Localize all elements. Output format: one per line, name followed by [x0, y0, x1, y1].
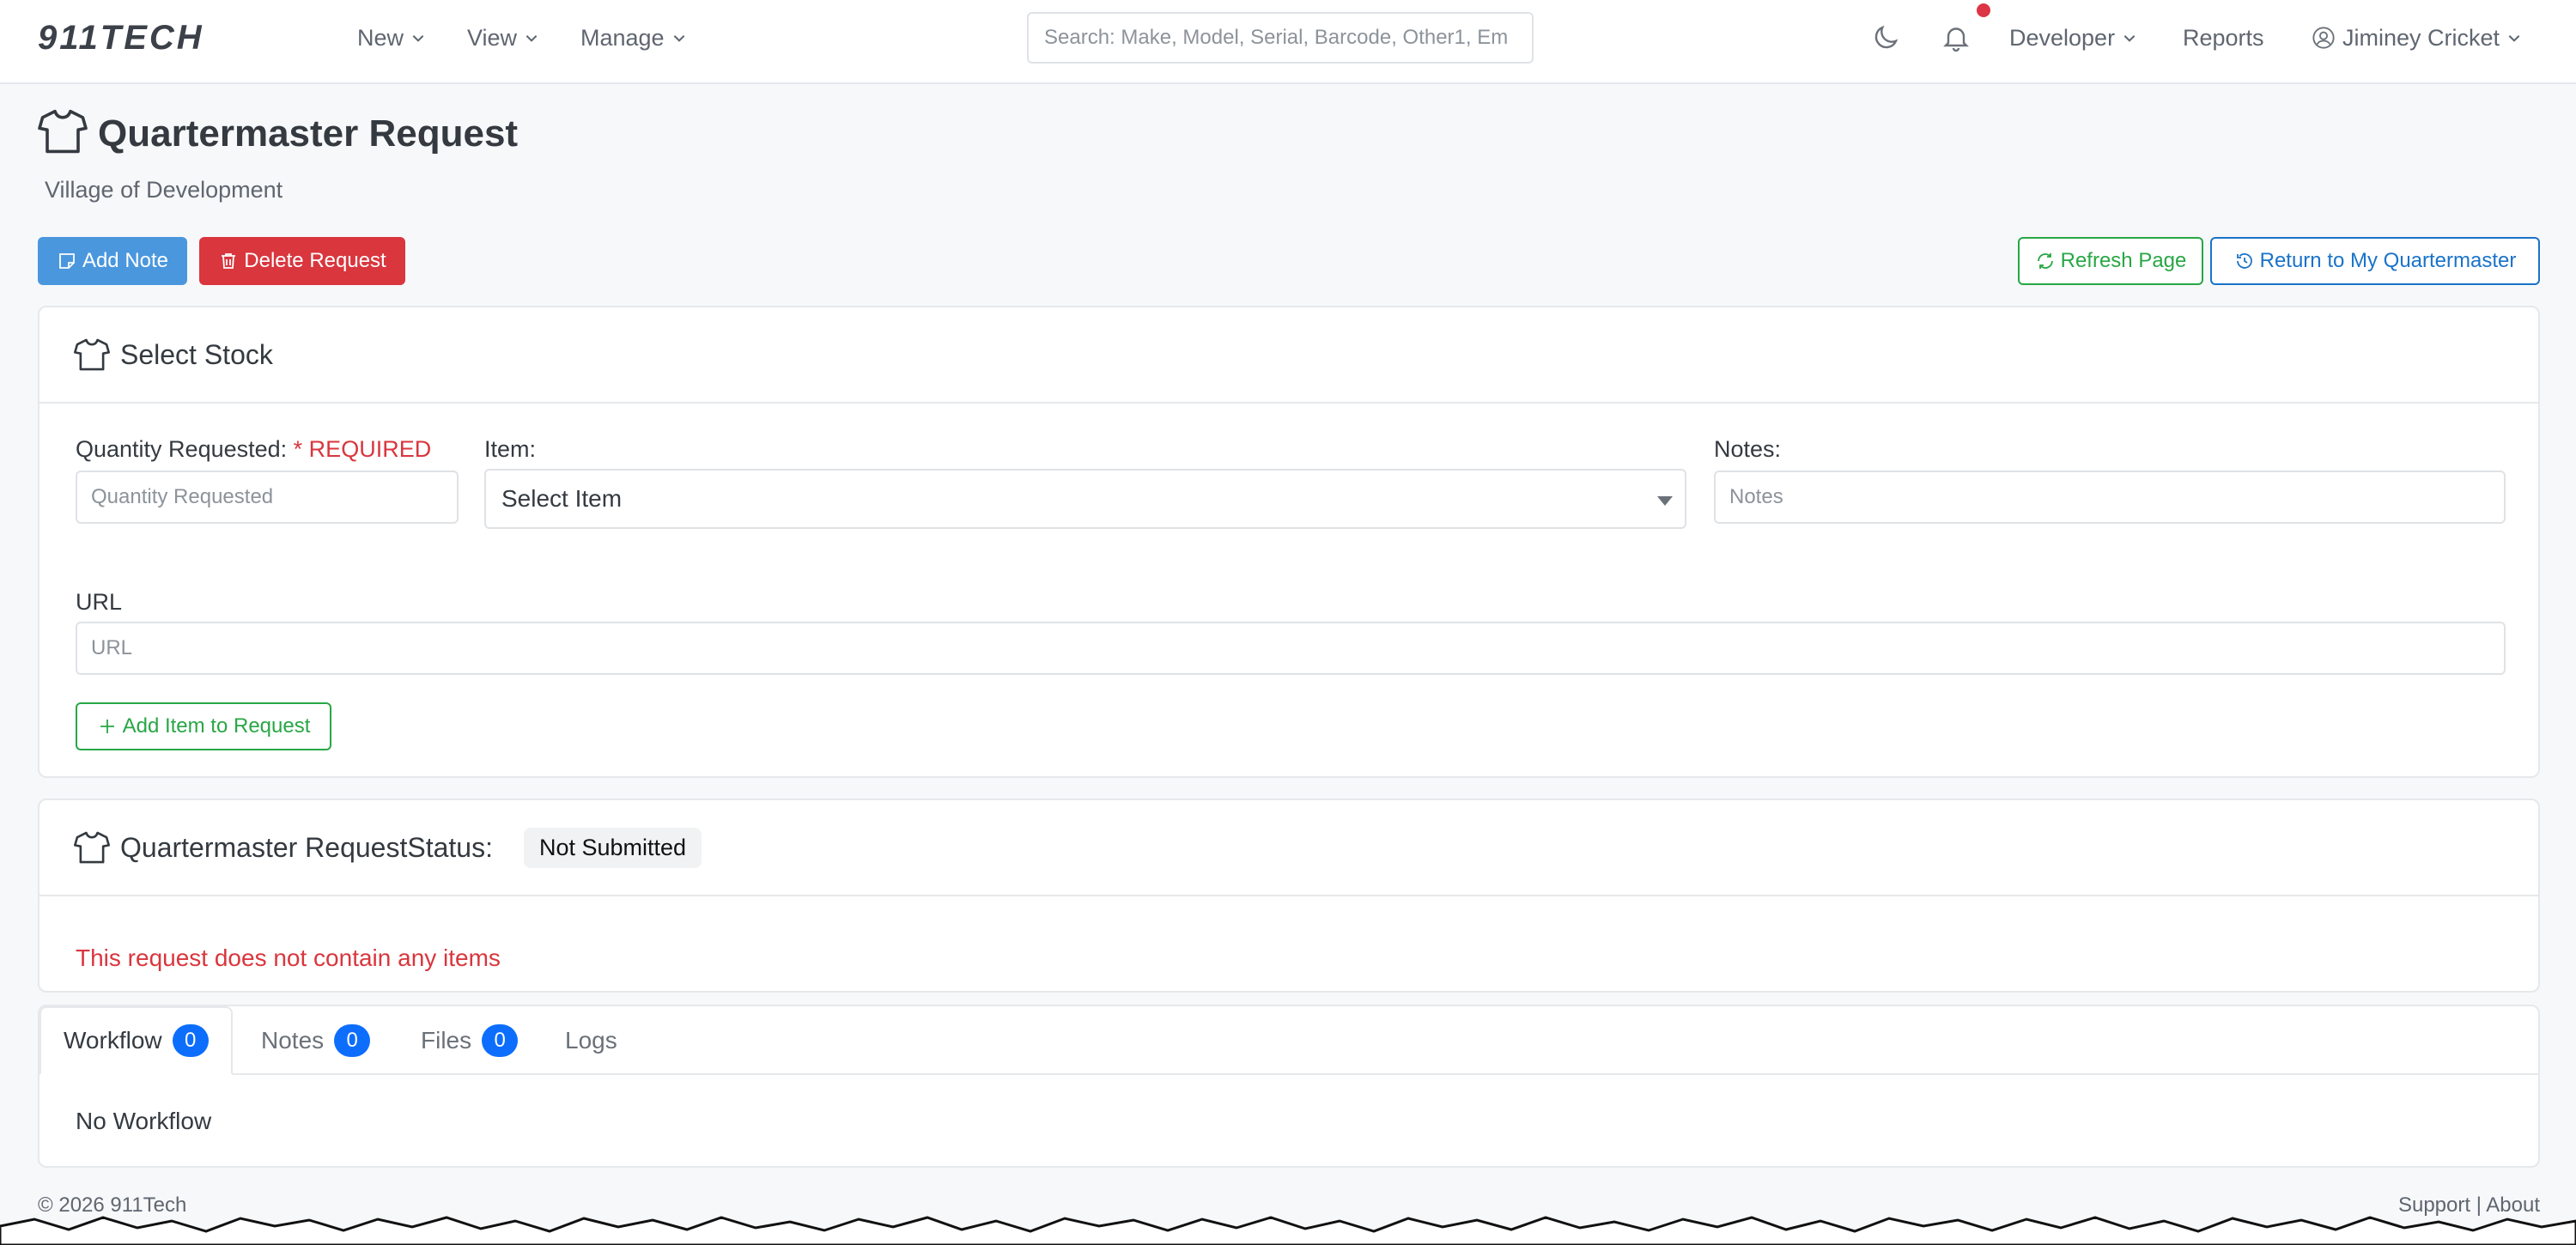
nav-menu-new[interactable]: New: [357, 21, 426, 55]
tabs-card: Workflow 0 Notes 0 Files 0 Logs No Workf…: [38, 1005, 2540, 1168]
notification-dot: [1977, 3, 1990, 17]
quantity-label-text: Quantity Requested:: [76, 436, 288, 462]
refresh-page-button[interactable]: Refresh Page: [2018, 237, 2203, 285]
torn-edge: [0, 1216, 2576, 1245]
refresh-page-label: Refresh Page: [2060, 249, 2187, 272]
status-badge: Not Submitted: [523, 827, 702, 868]
nav-user-menu[interactable]: Jiminey Cricket: [2312, 21, 2522, 55]
request-status-header: Quartermaster RequestStatus: Not Submitt…: [39, 800, 2538, 896]
tab-list: Workflow 0 Notes 0 Files 0 Logs: [39, 1006, 2538, 1075]
files-count-badge: 0: [482, 1024, 519, 1057]
refresh-icon: [2037, 253, 2053, 269]
url-input[interactable]: [76, 622, 2506, 675]
tab-content: No Workflow: [76, 1108, 212, 1134]
notes-input[interactable]: [1714, 471, 2506, 524]
add-item-label: Add Item to Request: [122, 714, 311, 738]
nav-menu-manage[interactable]: Manage: [580, 21, 687, 55]
quantity-label: Quantity Requested: * REQUIRED: [76, 436, 431, 463]
request-status-card: Quartermaster RequestStatus: Not Submitt…: [38, 799, 2540, 993]
select-stock-header: Select Stock: [39, 307, 2538, 404]
add-note-button[interactable]: Add Note: [38, 237, 187, 285]
notes-count-badge: 0: [334, 1024, 371, 1057]
top-navbar: 911TECH New View Manage Developer Report…: [0, 0, 2576, 84]
trash-icon: [222, 253, 236, 269]
nav-menu-view-label: View: [467, 25, 518, 51]
nav-menu-developer[interactable]: Developer: [2009, 21, 2137, 55]
history-icon: [2236, 253, 2252, 269]
chevron-down-icon: [2123, 35, 2136, 42]
add-item-to-request-button[interactable]: Add Item to Request: [76, 702, 331, 750]
note-icon: [59, 253, 75, 269]
chevron-down-icon: [2508, 35, 2520, 42]
required-indicator: * REQUIRED: [293, 436, 432, 462]
nav-menu-new-label: New: [357, 25, 404, 51]
tab-workflow-label: Workflow: [64, 1027, 162, 1054]
chevron-down-icon: [412, 35, 424, 42]
chevron-down-icon: [526, 35, 538, 42]
bell-icon[interactable]: [1941, 22, 1971, 53]
select-stock-title: Select Stock: [120, 338, 273, 370]
tab-logs[interactable]: Logs: [565, 1006, 617, 1075]
user-circle-icon: [2312, 27, 2335, 49]
nav-reports-link[interactable]: Reports: [2183, 21, 2264, 55]
return-label: Return to My Quartermaster: [2259, 249, 2517, 272]
nav-user-label: Jiminey Cricket: [2342, 25, 2500, 51]
tab-logs-label: Logs: [565, 1027, 617, 1054]
quantity-requested-input[interactable]: [76, 471, 459, 524]
nav-developer-label: Developer: [2009, 25, 2116, 51]
delete-request-button[interactable]: Delete Request: [199, 237, 405, 285]
plus-icon: [100, 720, 114, 733]
nav-menu-manage-label: Manage: [580, 25, 665, 51]
moon-icon[interactable]: [1870, 22, 1901, 53]
chevron-down-icon: [673, 35, 684, 42]
page-title: Quartermaster Request: [98, 112, 519, 155]
tab-workflow[interactable]: Workflow 0: [39, 1006, 233, 1075]
tshirt-icon: [74, 338, 110, 371]
tshirt-icon: [38, 109, 88, 154]
url-label: URL: [76, 589, 123, 615]
workflow-count-badge: 0: [172, 1024, 209, 1057]
tab-notes-label: Notes: [261, 1027, 325, 1054]
tab-files-label: Files: [421, 1027, 472, 1054]
item-select-value: Select Item: [501, 485, 623, 512]
page-subtitle: Village of Development: [45, 177, 283, 203]
item-select[interactable]: Select Item: [484, 469, 1686, 529]
add-note-label: Add Note: [82, 249, 169, 272]
tab-files[interactable]: Files 0: [421, 1006, 519, 1075]
request-status-title: Quartermaster RequestStatus:: [120, 831, 493, 863]
nav-reports-label: Reports: [2183, 25, 2264, 51]
caret-down-icon: [1657, 496, 1673, 506]
return-to-quartermaster-button[interactable]: Return to My Quartermaster: [2210, 237, 2540, 285]
brand-logo[interactable]: 911TECH: [38, 19, 204, 57]
tab-notes[interactable]: Notes 0: [261, 1006, 371, 1075]
select-stock-card: Select Stock Quantity Requested: * REQUI…: [38, 306, 2540, 778]
empty-items-message: This request does not contain any items: [76, 944, 501, 971]
nav-menu-view[interactable]: View: [467, 21, 539, 55]
delete-request-label: Delete Request: [244, 249, 386, 272]
global-search-input[interactable]: [1027, 12, 1534, 64]
tshirt-icon: [74, 831, 110, 864]
item-label: Item:: [484, 436, 537, 462]
notes-label: Notes:: [1714, 436, 1782, 462]
